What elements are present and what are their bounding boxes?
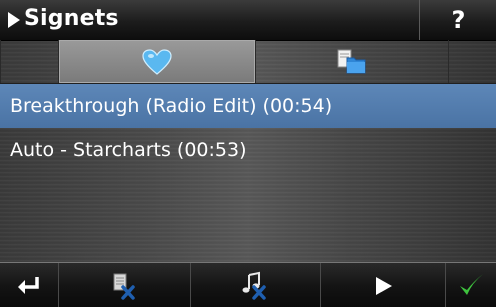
tab-row-edge-right xyxy=(448,40,496,83)
bottom-toolbar xyxy=(0,262,496,307)
tab-row xyxy=(0,40,496,84)
back-arrow-icon xyxy=(18,276,39,294)
delete-track-button[interactable] xyxy=(190,263,321,307)
tab-favorites[interactable] xyxy=(58,40,256,83)
play-icon xyxy=(375,276,392,295)
help-button[interactable]: ? xyxy=(419,0,496,40)
checkmark-icon xyxy=(459,273,483,295)
list-item[interactable]: Breakthrough (Radio Edit) (00:54) xyxy=(0,84,496,128)
title-bar: Signets ? xyxy=(0,0,496,41)
tab-row-edge-left xyxy=(0,40,60,83)
tab-folders[interactable] xyxy=(255,40,449,83)
ok-button[interactable] xyxy=(445,263,496,307)
delete-list-button[interactable] xyxy=(58,263,191,307)
delete-list-icon xyxy=(113,273,135,300)
list-item[interactable]: Auto - Starcharts (00:53) xyxy=(0,128,496,172)
title-arrow-icon xyxy=(8,12,20,28)
back-button[interactable] xyxy=(0,263,59,307)
signets-list: Breakthrough (Radio Edit) (00:54) Auto -… xyxy=(0,84,496,172)
heart-icon xyxy=(142,48,172,75)
page-title: Signets xyxy=(24,6,119,31)
delete-music-icon xyxy=(242,271,266,300)
folders-icon xyxy=(337,49,366,73)
play-button[interactable] xyxy=(320,263,446,307)
signets-screen: Signets ? Breakthrough (Radio Edit) (00:… xyxy=(0,0,496,307)
